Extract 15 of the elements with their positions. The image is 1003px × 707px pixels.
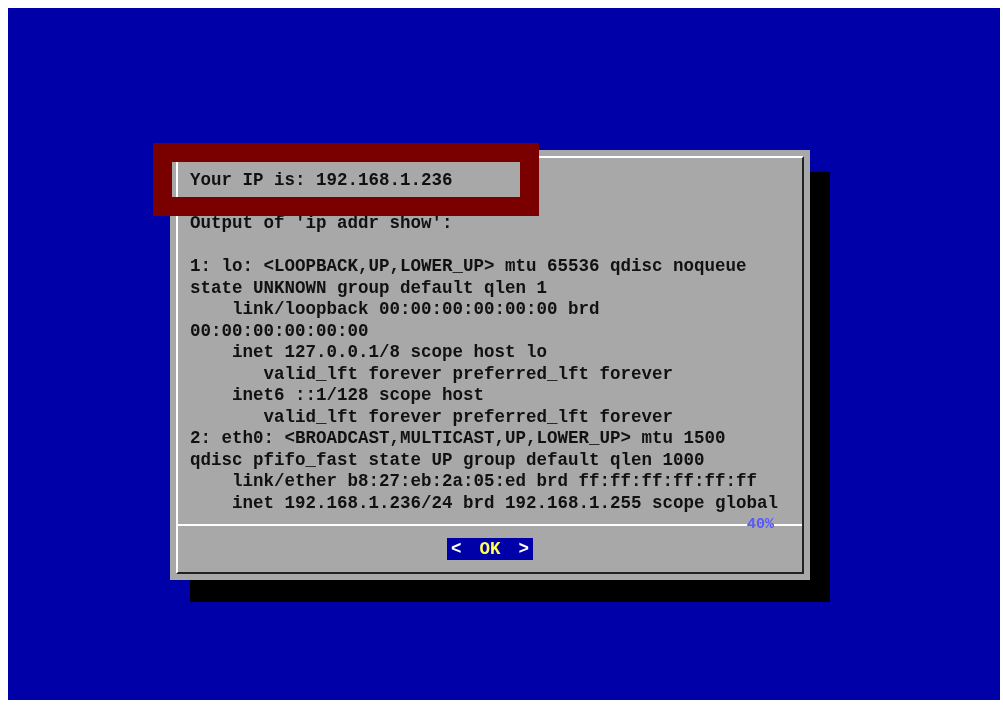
ok-button[interactable]: < OK > bbox=[446, 538, 533, 560]
output-line: link/loopback 00:00:00:00:00:00 brd bbox=[231, 299, 601, 321]
output-line: state UNKNOWN group default qlen 1 bbox=[190, 277, 549, 299]
output-line: Your IP is: 192.168.1.236 bbox=[190, 170, 454, 192]
output-line: link/ether b8:27:eb:2a:05:ed brd ff:ff:ff:ff:ff:ff bbox=[231, 471, 759, 493]
output-line: inet6 ::1/128 scope host bbox=[231, 385, 486, 407]
output-line: Output of 'ip addr show': bbox=[190, 213, 454, 235]
output-line: inet 192.168.1.236/24 brd 192.168.1.255 scope global bbox=[231, 492, 780, 514]
output-line: valid_lft forever preferred_lft forever bbox=[262, 406, 675, 428]
output-line: 2: eth0: <BROADCAST,MULTICAST,UP,LOWER_UP> mtu 1500 bbox=[190, 428, 727, 450]
output-line: qdisc pfifo_fast state UP group default qlen 1000 bbox=[190, 449, 706, 471]
output-line: inet 127.0.0.1/8 scope host lo bbox=[231, 342, 549, 364]
output-line: 1: lo: <LOOPBACK,UP,LOWER_UP> mtu 65536 qdisc noqueue bbox=[190, 256, 748, 278]
output-line: valid_lft forever preferred_lft forever bbox=[262, 363, 675, 385]
output-line: 00:00:00:00:00:00 bbox=[190, 320, 370, 342]
